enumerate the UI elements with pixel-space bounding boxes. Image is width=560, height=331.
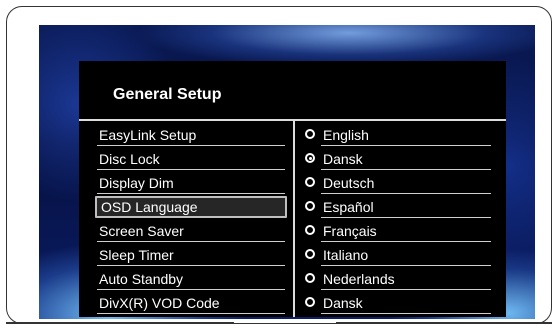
- row-divider: [321, 145, 491, 146]
- menu-item-label: DivX(R) VOD Code: [99, 295, 220, 311]
- menu-item-label: Screen Saver: [99, 223, 184, 239]
- menu-item-label: EasyLink Setup: [99, 127, 197, 143]
- option-label: Deutsch: [323, 175, 375, 191]
- language-option-deutsch[interactable]: Deutsch: [301, 171, 491, 195]
- menu-item-label: Auto Standby: [99, 271, 184, 287]
- row-divider: [321, 217, 491, 218]
- menu-item-sleep-timer[interactable]: Sleep Timer: [97, 243, 285, 267]
- option-label: Dansk: [323, 295, 363, 311]
- general-setup-panel: General Setup EasyLink Setup Disc Lock D…: [79, 61, 506, 317]
- language-option-dansk-2[interactable]: Dansk: [301, 291, 491, 315]
- setup-menu: EasyLink Setup Disc Lock Display Dim OSD…: [95, 123, 287, 315]
- menu-item-label: OSD Language: [101, 199, 198, 215]
- language-option-espanol[interactable]: Español: [301, 195, 491, 219]
- tv-frame: General Setup EasyLink Setup Disc Lock D…: [6, 6, 552, 324]
- language-option-nederlands[interactable]: Nederlands: [301, 267, 491, 291]
- row-divider: [97, 169, 285, 170]
- option-label: Español: [323, 199, 374, 215]
- menu-item-divx-vod-code[interactable]: DivX(R) VOD Code: [97, 291, 285, 315]
- panel-title: General Setup: [113, 86, 222, 103]
- row-divider: [97, 313, 285, 314]
- menu-item-label: Display Dim: [99, 175, 174, 191]
- menu-item-auto-standby[interactable]: Auto Standby: [97, 267, 285, 291]
- row-divider: [97, 193, 285, 194]
- tv-stand-line-right: [336, 322, 552, 324]
- language-option-francais[interactable]: Français: [301, 219, 491, 243]
- tv-stand-line-left: [6, 322, 234, 324]
- language-option-italiano[interactable]: Italiano: [301, 243, 491, 267]
- row-divider: [321, 313, 491, 314]
- tv-screen: General Setup EasyLink Setup Disc Lock D…: [39, 25, 535, 319]
- menu-item-label: Disc Lock: [99, 151, 160, 167]
- column-divider: [293, 121, 295, 317]
- row-divider: [321, 289, 491, 290]
- menu-item-easylink-setup[interactable]: EasyLink Setup: [97, 123, 285, 147]
- row-divider: [321, 265, 491, 266]
- radio-icon: [305, 249, 315, 259]
- radio-icon: [305, 273, 315, 283]
- language-option-english[interactable]: English: [301, 123, 491, 147]
- radio-icon: [305, 297, 315, 307]
- row-divider: [97, 265, 285, 266]
- radio-icon: [305, 177, 315, 187]
- option-label: Dansk: [323, 151, 363, 167]
- menu-item-osd-language[interactable]: OSD Language: [95, 195, 287, 219]
- language-options: English Dansk Deutsch Español Français I…: [301, 123, 491, 315]
- menu-item-label: Sleep Timer: [99, 247, 174, 263]
- row-divider: [321, 193, 491, 194]
- row-divider: [321, 241, 491, 242]
- option-label: Nederlands: [323, 271, 395, 287]
- radio-checked-icon: [305, 153, 315, 163]
- row-divider: [321, 169, 491, 170]
- option-label: Français: [323, 223, 377, 239]
- language-option-dansk[interactable]: Dansk: [301, 147, 491, 171]
- option-label: Italiano: [323, 247, 369, 263]
- row-divider: [97, 289, 285, 290]
- menu-item-screen-saver[interactable]: Screen Saver: [97, 219, 285, 243]
- radio-icon: [305, 201, 315, 211]
- menu-item-display-dim[interactable]: Display Dim: [97, 171, 285, 195]
- radio-icon: [305, 225, 315, 235]
- option-label: English: [323, 127, 369, 143]
- menu-item-disc-lock[interactable]: Disc Lock: [97, 147, 285, 171]
- row-divider: [97, 145, 285, 146]
- row-divider: [97, 241, 285, 242]
- radio-icon: [305, 129, 315, 139]
